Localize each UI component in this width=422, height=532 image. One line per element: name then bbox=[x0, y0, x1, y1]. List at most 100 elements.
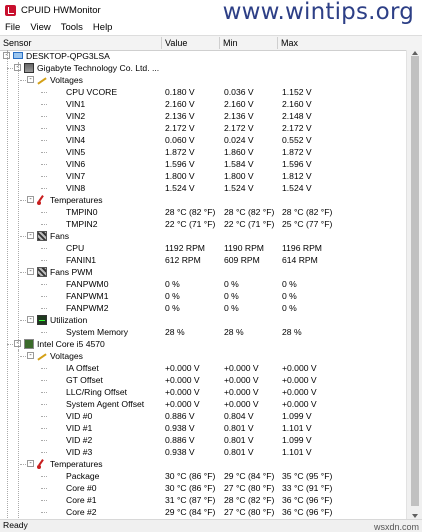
sensor-row[interactable]: FANPWM2 0 % 0 % 0 % bbox=[0, 302, 406, 314]
sensor-row[interactable]: VID #0 0.886 V 0.804 V 1.099 V bbox=[0, 410, 406, 422]
sensor-value: 2.136 V bbox=[165, 111, 195, 121]
sensor-row[interactable]: GT Offset +0.000 V +0.000 V +0.000 V bbox=[0, 374, 406, 386]
header-value[interactable]: Value bbox=[162, 37, 220, 49]
sensor-max: 25 °C (77 °F) bbox=[282, 219, 333, 229]
sensor-name: Package bbox=[66, 471, 100, 481]
sensor-row[interactable]: LLC/Ring Offset +0.000 V +0.000 V +0.000 V bbox=[0, 386, 406, 398]
header-max[interactable]: Max bbox=[278, 37, 422, 49]
sensor-row[interactable]: VID #1 0.938 V 0.801 V 1.101 V bbox=[0, 422, 406, 434]
sensor-row[interactable]: VID #2 0.886 V 0.801 V 1.099 V bbox=[0, 434, 406, 446]
tree-node[interactable]: - Fans PWM bbox=[0, 266, 406, 278]
sensor-row[interactable]: VIN6 1.596 V 1.584 V 1.596 V bbox=[0, 158, 406, 170]
sensor-row[interactable]: VIN2 2.136 V 2.136 V 2.148 V bbox=[0, 110, 406, 122]
sensor-tree[interactable]: - DESKTOP-QPG3LSA - Gigabyte Technology Co.… bbox=[0, 50, 406, 519]
menu-help[interactable]: Help bbox=[88, 22, 118, 33]
menu-tools[interactable]: Tools bbox=[56, 22, 88, 33]
tree-guide bbox=[41, 392, 47, 393]
tree-guide bbox=[41, 152, 47, 153]
collapse-toggle[interactable]: - bbox=[27, 76, 34, 83]
tree-node[interactable]: - Temperatures bbox=[0, 458, 406, 470]
collapse-toggle[interactable]: - bbox=[27, 232, 34, 239]
collapse-toggle[interactable]: - bbox=[27, 316, 34, 323]
sensor-name: Voltages bbox=[50, 75, 83, 85]
sensor-row[interactable]: Core #1 31 °C (87 °F) 28 °C (82 °F) 36 °C (… bbox=[0, 494, 406, 506]
sensor-row[interactable]: CPU 1192 RPM 1190 RPM 1196 RPM bbox=[0, 242, 406, 254]
sensor-row[interactable]: VIN3 2.172 V 2.172 V 2.172 V bbox=[0, 122, 406, 134]
sensor-name: System Agent Offset bbox=[66, 399, 145, 409]
sensor-name: LLC/Ring Offset bbox=[66, 387, 127, 397]
sensor-row[interactable]: VID #3 0.938 V 0.801 V 1.101 V bbox=[0, 446, 406, 458]
sensor-row[interactable]: FANPWM0 0 % 0 % 0 % bbox=[0, 278, 406, 290]
title-bar: CPUID HWMonitor www.wintips.org bbox=[0, 0, 422, 25]
sensor-name: FANPWM2 bbox=[66, 303, 109, 313]
tree-node[interactable]: - Intel Core i5 4570 bbox=[0, 338, 406, 350]
sensor-value: 1.800 V bbox=[165, 171, 195, 181]
sensor-row[interactable]: Core #0 30 °C (86 °F) 27 °C (80 °F) 33 °C (… bbox=[0, 482, 406, 494]
sensor-max: 1.152 V bbox=[282, 87, 312, 97]
sensor-value: +0.000 V bbox=[165, 363, 200, 373]
sensor-name: Fans PWM bbox=[50, 267, 93, 277]
sensor-row[interactable]: TMPIN0 28 °C (82 °F) 28 °C (82 °F) 28 °C (8… bbox=[0, 206, 406, 218]
menu-file[interactable]: File bbox=[0, 22, 25, 33]
sensor-min: 0.036 V bbox=[224, 87, 254, 97]
sensor-name: Gigabyte Technology Co. Ltd. ... bbox=[37, 63, 160, 73]
sensor-name: GT Offset bbox=[66, 375, 103, 385]
tree-node[interactable]: - Voltages bbox=[0, 350, 406, 362]
sensor-row[interactable]: FANIN1 612 RPM 609 RPM 614 RPM bbox=[0, 254, 406, 266]
sensor-min: 27 °C (80 °F) bbox=[224, 483, 275, 493]
header-sensor[interactable]: Sensor bbox=[0, 37, 162, 49]
collapse-toggle[interactable]: - bbox=[27, 460, 34, 467]
tree-guide bbox=[20, 236, 26, 237]
collapse-toggle[interactable]: - bbox=[27, 196, 34, 203]
scroll-thumb[interactable] bbox=[411, 56, 419, 506]
status-text: Ready bbox=[3, 520, 28, 530]
tree-node[interactable]: - Gigabyte Technology Co. Ltd. ... bbox=[0, 62, 406, 74]
sensor-name: Temperatures bbox=[50, 195, 103, 205]
sensor-max: 1.596 V bbox=[282, 159, 312, 169]
tree-guide bbox=[41, 368, 47, 369]
sensor-row[interactable]: VIN7 1.800 V 1.800 V 1.812 V bbox=[0, 170, 406, 182]
menu-view[interactable]: View bbox=[25, 22, 55, 33]
tree-node[interactable]: - DESKTOP-QPG3LSA bbox=[0, 50, 406, 62]
collapse-toggle[interactable]: - bbox=[27, 268, 34, 275]
sensor-row[interactable]: VIN1 2.160 V 2.160 V 2.160 V bbox=[0, 98, 406, 110]
sensor-max: 1.812 V bbox=[282, 171, 312, 181]
sensor-min: 28 °C (82 °F) bbox=[224, 207, 275, 217]
tree-node[interactable]: - Fans bbox=[0, 230, 406, 242]
sensor-row[interactable]: Core #2 29 °C (84 °F) 27 °C (80 °F) 36 °C (… bbox=[0, 506, 406, 518]
sensor-row[interactable]: VIN4 0.060 V 0.024 V 0.552 V bbox=[0, 134, 406, 146]
sensor-value: 0 % bbox=[165, 303, 180, 313]
sensor-row[interactable]: FANPWM1 0 % 0 % 0 % bbox=[0, 290, 406, 302]
sensor-row[interactable]: VIN8 1.524 V 1.524 V 1.524 V bbox=[0, 182, 406, 194]
sensor-min: 1.524 V bbox=[224, 183, 254, 193]
sensor-name: Temperatures bbox=[50, 459, 103, 469]
tree-guide bbox=[41, 440, 47, 441]
sensor-value: +0.000 V bbox=[165, 375, 200, 385]
sensor-max: +0.000 V bbox=[282, 387, 317, 397]
header-min[interactable]: Min bbox=[220, 37, 278, 49]
sensor-min: 2.136 V bbox=[224, 111, 254, 121]
sensor-row[interactable]: System Agent Offset +0.000 V +0.000 V +0.00… bbox=[0, 398, 406, 410]
scroll-up-icon[interactable] bbox=[412, 51, 418, 55]
sensor-name: TMPIN2 bbox=[66, 219, 98, 229]
tree-guide bbox=[41, 116, 47, 117]
sensor-min: 0 % bbox=[224, 279, 239, 289]
tree-node[interactable]: - Utilization bbox=[0, 314, 406, 326]
scroll-down-icon[interactable] bbox=[412, 514, 418, 518]
app-icon bbox=[5, 4, 16, 16]
sensor-name: VIN7 bbox=[66, 171, 86, 181]
sensor-row[interactable]: TMPIN2 22 °C (71 °F) 22 °C (71 °F) 25 °C (7… bbox=[0, 218, 406, 230]
sensor-value: 2.160 V bbox=[165, 99, 195, 109]
tree-guide bbox=[41, 452, 47, 453]
tree-node[interactable]: - Voltages bbox=[0, 74, 406, 86]
sensor-row[interactable]: IA Offset +0.000 V +0.000 V +0.000 V bbox=[0, 362, 406, 374]
sensor-row[interactable]: VIN5 1.872 V 1.860 V 1.872 V bbox=[0, 146, 406, 158]
vertical-scrollbar[interactable] bbox=[406, 50, 422, 519]
voltage-icon bbox=[37, 351, 47, 361]
sensor-row[interactable]: CPU VCORE 0.180 V 0.036 V 1.152 V bbox=[0, 86, 406, 98]
tree-guide bbox=[41, 512, 47, 513]
tree-node[interactable]: - Temperatures bbox=[0, 194, 406, 206]
collapse-toggle[interactable]: - bbox=[27, 352, 34, 359]
sensor-row[interactable]: Package 30 °C (86 °F) 29 °C (84 °F) 35 °C (… bbox=[0, 470, 406, 482]
sensor-row[interactable]: System Memory 28 % 28 % 28 % bbox=[0, 326, 406, 338]
